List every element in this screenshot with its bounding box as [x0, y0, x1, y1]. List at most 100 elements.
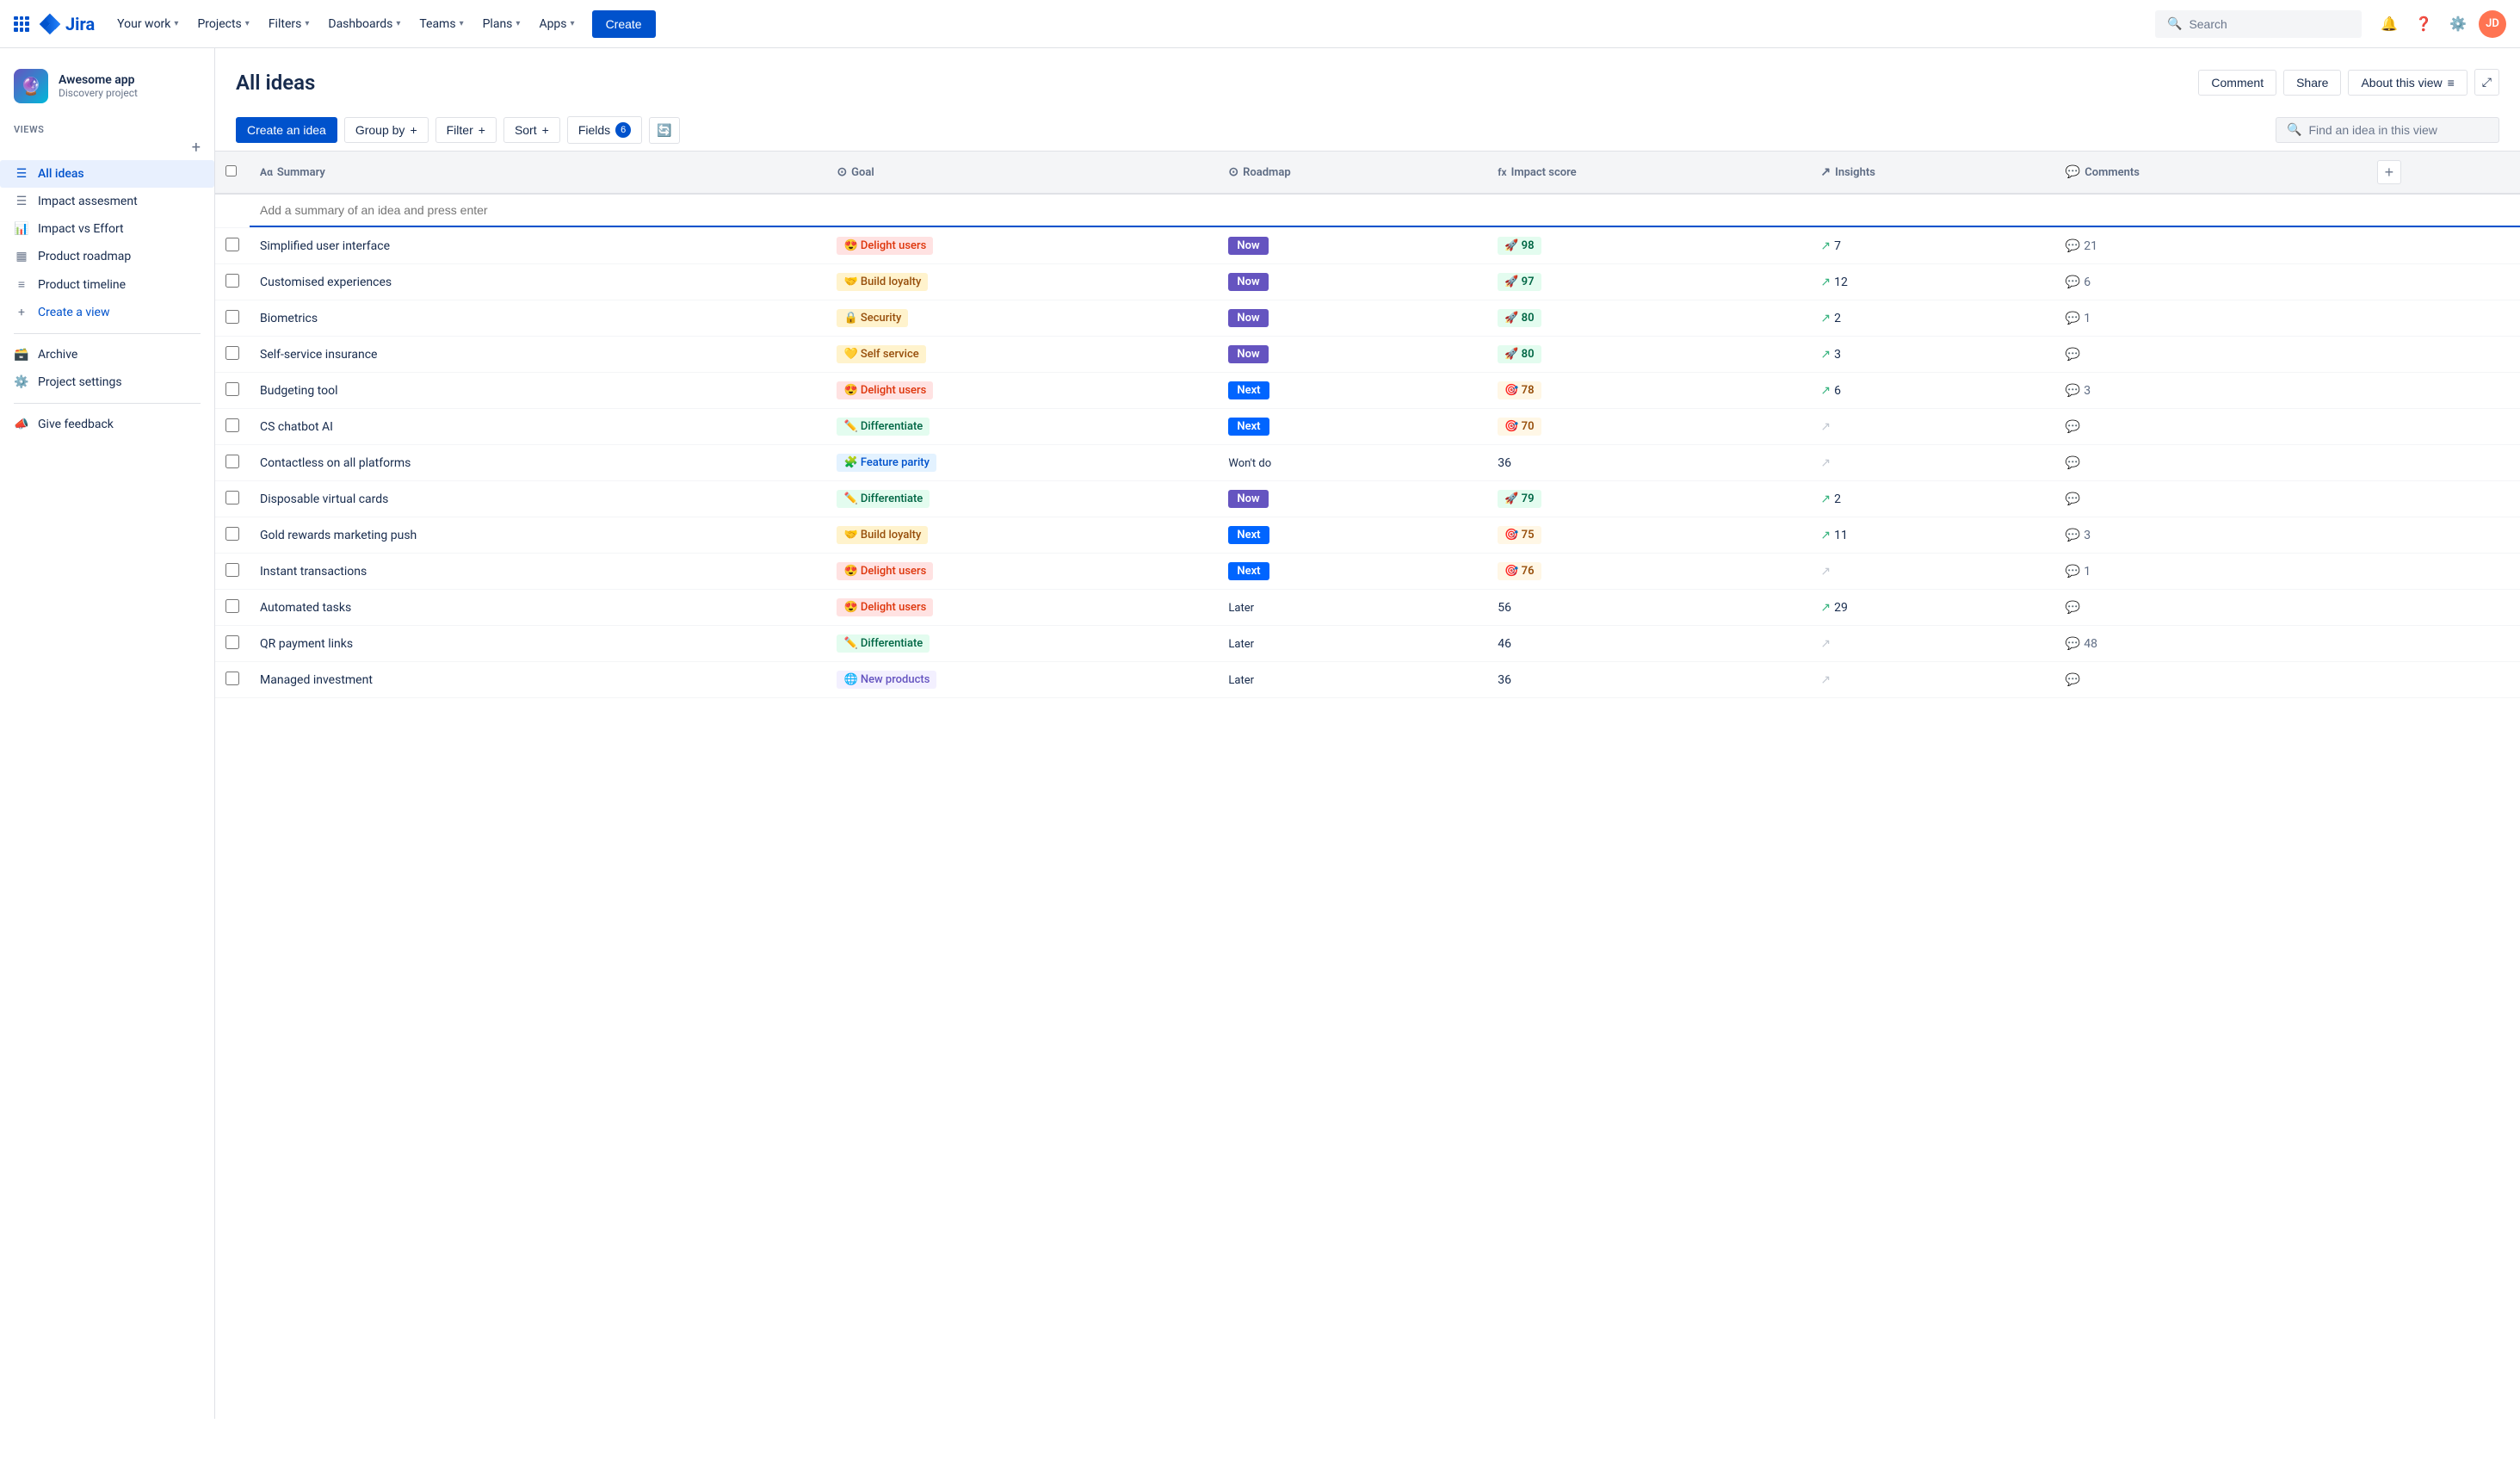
row-checkbox[interactable] — [225, 599, 239, 613]
roadmap-cell[interactable]: Later — [1218, 662, 1487, 698]
select-all-checkbox[interactable] — [225, 165, 237, 176]
goal-cell[interactable]: 😍 Delight users — [826, 373, 1218, 409]
roadmap-cell[interactable]: Next — [1218, 409, 1487, 445]
add-column-button[interactable]: + — [2377, 160, 2401, 184]
idea-summary-cell[interactable]: Budgeting tool — [250, 373, 826, 409]
row-checkbox-cell[interactable] — [215, 445, 250, 481]
insights-cell[interactable]: ↗ 7 — [1810, 228, 2054, 264]
col-insights[interactable]: ↗ Insights — [1810, 152, 2054, 194]
impact-score-cell[interactable]: 46 — [1487, 626, 1810, 662]
impact-score-cell[interactable]: 36 — [1487, 445, 1810, 481]
goal-cell[interactable]: 🧩 Feature parity — [826, 445, 1218, 481]
roadmap-cell[interactable]: Now — [1218, 300, 1487, 337]
impact-score-cell[interactable]: 🚀 80 — [1487, 337, 1810, 373]
roadmap-cell[interactable]: Now — [1218, 481, 1487, 517]
sidebar-item-impact-vs-effort[interactable]: 📊 Impact vs Effort — [0, 215, 214, 243]
insights-cell[interactable]: ↗ — [1810, 554, 2054, 590]
impact-score-cell[interactable]: 56 — [1487, 590, 1810, 626]
row-checkbox[interactable] — [225, 346, 239, 360]
col-goal[interactable]: ⊙ Goal — [826, 152, 1218, 194]
impact-score-cell[interactable]: 🎯 70 — [1487, 409, 1810, 445]
nav-projects[interactable]: Projects ▾ — [188, 12, 257, 36]
insights-cell[interactable]: ↗ 12 — [1810, 264, 2054, 300]
row-checkbox-cell[interactable] — [215, 517, 250, 554]
sidebar-item-archive[interactable]: 🗃️ Archive — [0, 341, 214, 368]
col-roadmap[interactable]: ⊙ Roadmap — [1218, 152, 1487, 194]
insights-cell[interactable]: ↗ 6 — [1810, 373, 2054, 409]
row-checkbox[interactable] — [225, 382, 239, 396]
idea-summary-cell[interactable]: Customised experiences — [250, 264, 826, 300]
user-avatar[interactable]: JD — [2479, 10, 2506, 38]
roadmap-cell[interactable]: Later — [1218, 590, 1487, 626]
roadmap-cell[interactable]: Next — [1218, 517, 1487, 554]
sidebar-item-feedback[interactable]: 📣 Give feedback — [0, 411, 214, 438]
comments-cell[interactable]: 💬 3 — [2055, 373, 2363, 409]
comments-cell[interactable]: 💬 — [2055, 590, 2363, 626]
row-checkbox[interactable] — [225, 635, 239, 649]
sidebar-item-all-ideas[interactable]: ☰ All ideas — [0, 160, 214, 188]
refresh-button[interactable]: 🔄 — [649, 117, 679, 144]
insights-cell[interactable]: ↗ 11 — [1810, 517, 2054, 554]
row-checkbox-cell[interactable] — [215, 373, 250, 409]
goal-cell[interactable]: 🤝 Build loyalty — [826, 517, 1218, 554]
row-checkbox[interactable] — [225, 563, 239, 577]
sidebar-item-impact-assessment[interactable]: ☰ Impact assesment — [0, 188, 214, 215]
goal-cell[interactable]: ✏️ Differentiate — [826, 481, 1218, 517]
comments-cell[interactable]: 💬 3 — [2055, 517, 2363, 554]
col-add[interactable]: + — [2363, 152, 2520, 194]
roadmap-cell[interactable]: Won't do — [1218, 445, 1487, 481]
idea-summary-cell[interactable]: Disposable virtual cards — [250, 481, 826, 517]
about-view-button[interactable]: About this view ≡ — [2348, 70, 2467, 96]
help-icon[interactable]: ❓ — [2410, 10, 2437, 38]
nav-teams[interactable]: Teams ▾ — [411, 12, 472, 36]
comments-cell[interactable]: 💬 21 — [2055, 228, 2363, 264]
comments-cell[interactable]: 💬 48 — [2055, 626, 2363, 662]
project-header[interactable]: 🔮 Awesome app Discovery project — [0, 62, 214, 117]
expand-button[interactable]: ⤢ — [2474, 69, 2499, 96]
idea-summary-cell[interactable]: Automated tasks — [250, 590, 826, 626]
comments-cell[interactable]: 💬 1 — [2055, 300, 2363, 337]
impact-score-cell[interactable]: 🚀 97 — [1487, 264, 1810, 300]
insights-cell[interactable]: ↗ — [1810, 662, 2054, 698]
goal-cell[interactable]: 💛 Self service — [826, 337, 1218, 373]
insights-cell[interactable]: ↗ 2 — [1810, 481, 2054, 517]
sidebar-item-product-timeline[interactable]: ≡ Product timeline — [0, 270, 214, 299]
add-idea-input[interactable] — [250, 195, 2520, 227]
roadmap-cell[interactable]: Next — [1218, 554, 1487, 590]
goal-cell[interactable]: 😍 Delight users — [826, 228, 1218, 264]
row-checkbox[interactable] — [225, 274, 239, 288]
goal-cell[interactable]: ✏️ Differentiate — [826, 626, 1218, 662]
row-checkbox[interactable] — [225, 418, 239, 432]
create-button[interactable]: Create — [592, 10, 656, 38]
goal-cell[interactable]: 🌐 New products — [826, 662, 1218, 698]
goal-cell[interactable]: 🔒 Security — [826, 300, 1218, 337]
insights-cell[interactable]: ↗ 3 — [1810, 337, 2054, 373]
goal-cell[interactable]: ✏️ Differentiate — [826, 409, 1218, 445]
col-summary[interactable]: Aα Summary — [250, 152, 826, 194]
row-checkbox-cell[interactable] — [215, 409, 250, 445]
col-impact-score[interactable]: fx Impact score — [1487, 152, 1810, 194]
notifications-icon[interactable]: 🔔 — [2375, 10, 2403, 38]
idea-summary-cell[interactable]: Instant transactions — [250, 554, 826, 590]
row-checkbox[interactable] — [225, 238, 239, 251]
row-checkbox-cell[interactable] — [215, 300, 250, 337]
row-checkbox-cell[interactable] — [215, 662, 250, 698]
row-checkbox[interactable] — [225, 672, 239, 685]
idea-summary-cell[interactable]: Self-service insurance — [250, 337, 826, 373]
comments-cell[interactable]: 💬 — [2055, 481, 2363, 517]
idea-summary-cell[interactable]: Gold rewards marketing push — [250, 517, 826, 554]
roadmap-cell[interactable]: Now — [1218, 264, 1487, 300]
nav-apps[interactable]: Apps ▾ — [530, 12, 583, 36]
row-checkbox-cell[interactable] — [215, 264, 250, 300]
row-checkbox-cell[interactable] — [215, 481, 250, 517]
row-checkbox[interactable] — [225, 527, 239, 541]
roadmap-cell[interactable]: Next — [1218, 373, 1487, 409]
roadmap-cell[interactable]: Now — [1218, 228, 1487, 264]
col-comments[interactable]: 💬 Comments — [2055, 152, 2363, 194]
fields-button[interactable]: Fields 6 — [567, 116, 642, 144]
sidebar-item-project-settings[interactable]: ⚙️ Project settings — [0, 368, 214, 396]
comment-button[interactable]: Comment — [2198, 70, 2276, 96]
impact-score-cell[interactable]: 🚀 98 — [1487, 228, 1810, 264]
insights-cell[interactable]: ↗ 29 — [1810, 590, 2054, 626]
goal-cell[interactable]: 😍 Delight users — [826, 554, 1218, 590]
